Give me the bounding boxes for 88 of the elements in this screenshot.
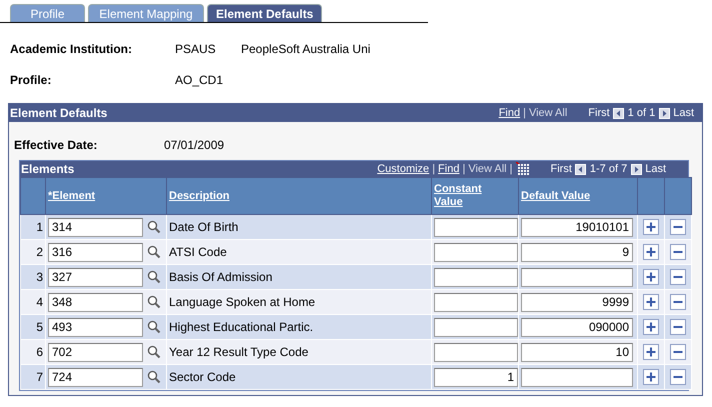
delete-row-icon[interactable] <box>670 344 686 360</box>
default-value-field[interactable]: 19010101 <box>521 218 633 236</box>
delete-row-icon[interactable] <box>670 269 686 285</box>
row-number: 6 <box>20 340 46 364</box>
nav-link[interactable]: Customize <box>377 163 430 175</box>
separator: | <box>510 163 512 175</box>
column-header[interactable]: Description <box>166 178 432 214</box>
default-value-field[interactable] <box>521 268 633 286</box>
previous-icon[interactable] <box>612 108 624 118</box>
search-icon[interactable] <box>147 220 161 234</box>
nav-first: First <box>588 107 610 119</box>
constant-value-field[interactable] <box>434 342 518 362</box>
add-row-icon[interactable] <box>643 319 659 335</box>
column-header[interactable]: Constant Value <box>432 178 518 214</box>
element-field[interactable]: 314 <box>48 218 143 236</box>
field-label: Academic Institution: <box>10 42 134 58</box>
add-row-icon[interactable] <box>643 344 659 360</box>
search-icon[interactable] <box>147 270 161 284</box>
description-cell: Date Of Birth <box>166 214 432 240</box>
previous-icon[interactable] <box>574 164 586 174</box>
element-field[interactable]: 348 <box>48 292 143 312</box>
search-icon[interactable] <box>147 245 161 259</box>
row-count: 1-7 of 7 <box>590 163 628 175</box>
default-value-field[interactable]: 9999 <box>521 292 633 312</box>
element-field[interactable]: 724 <box>48 368 143 386</box>
row-count: 1 of 1 <box>628 107 656 119</box>
row-number: 5 <box>20 314 46 340</box>
search-icon[interactable] <box>147 370 161 384</box>
default-value-field[interactable]: 10 <box>521 342 633 362</box>
search-icon[interactable] <box>147 320 161 334</box>
constant-value-field[interactable] <box>434 242 518 262</box>
element-field[interactable]: 327 <box>48 268 143 286</box>
grid-title: Elements <box>21 162 74 176</box>
description-cell: Year 12 Result Type Code <box>166 340 432 364</box>
add-row-icon[interactable] <box>643 294 659 310</box>
nav-link[interactable]: Find <box>438 163 460 175</box>
row-number: 7 <box>20 364 46 390</box>
constant-value-field[interactable] <box>434 292 518 312</box>
delete-row-icon[interactable] <box>670 319 686 335</box>
nav-last: Last <box>673 107 694 119</box>
nav-link[interactable]: Find <box>498 107 520 119</box>
add-row-icon[interactable] <box>643 369 659 385</box>
row-number: 2 <box>20 240 46 264</box>
add-row-icon[interactable] <box>643 244 659 260</box>
tab[interactable]: Element Defaults <box>207 4 322 22</box>
element-field[interactable]: 316 <box>48 242 143 262</box>
search-icon[interactable] <box>147 345 161 359</box>
field-value: 07/01/2009 <box>164 138 224 154</box>
column-header[interactable]: Default Value <box>518 178 638 214</box>
row-number: 4 <box>20 290 46 314</box>
add-row-icon[interactable] <box>643 219 659 235</box>
delete-row-icon[interactable] <box>670 369 686 385</box>
add-row-icon[interactable] <box>643 269 659 285</box>
next-icon[interactable] <box>659 108 670 118</box>
nav-last: Last <box>645 163 666 175</box>
separator: | <box>523 107 526 119</box>
field-description: PeopleSoft Australia Uni <box>241 42 370 58</box>
column-header[interactable]: *Element <box>46 178 166 214</box>
grid-icon[interactable] <box>516 162 530 176</box>
separator: | <box>462 163 466 175</box>
description-cell: Highest Educational Partic. <box>166 314 432 340</box>
element-field[interactable]: 493 <box>48 318 143 336</box>
default-value-field[interactable]: 090000 <box>521 318 633 336</box>
element-field[interactable]: 702 <box>48 342 143 362</box>
field-label: Effective Date: <box>14 138 98 154</box>
description-cell: Basis Of Admission <box>166 264 432 290</box>
default-value-field[interactable]: 9 <box>521 242 633 262</box>
panel-title: Element Defaults <box>10 106 108 120</box>
separator: | <box>432 163 436 175</box>
constant-value-field[interactable] <box>434 218 518 236</box>
constant-value-field[interactable] <box>434 268 518 286</box>
next-icon[interactable] <box>631 164 642 174</box>
row-number: 3 <box>20 264 46 290</box>
constant-value-field[interactable] <box>434 318 518 336</box>
delete-row-icon[interactable] <box>670 294 686 310</box>
search-icon[interactable] <box>147 295 161 309</box>
field-label: Profile: <box>10 73 52 89</box>
default-value-field[interactable] <box>521 368 633 386</box>
delete-row-icon[interactable] <box>670 244 686 260</box>
delete-row-icon[interactable] <box>670 219 686 235</box>
constant-value-field[interactable]: 1 <box>434 368 518 386</box>
description-cell: Sector Code <box>166 364 432 390</box>
description-cell: ATSI Code <box>166 240 432 264</box>
nav-first: First <box>550 163 572 175</box>
description-cell: Language Spoken at Home <box>166 290 432 314</box>
field-value: AO_CD1 <box>175 73 224 89</box>
row-number: 1 <box>20 214 46 240</box>
field-value: PSAUS <box>175 42 217 58</box>
